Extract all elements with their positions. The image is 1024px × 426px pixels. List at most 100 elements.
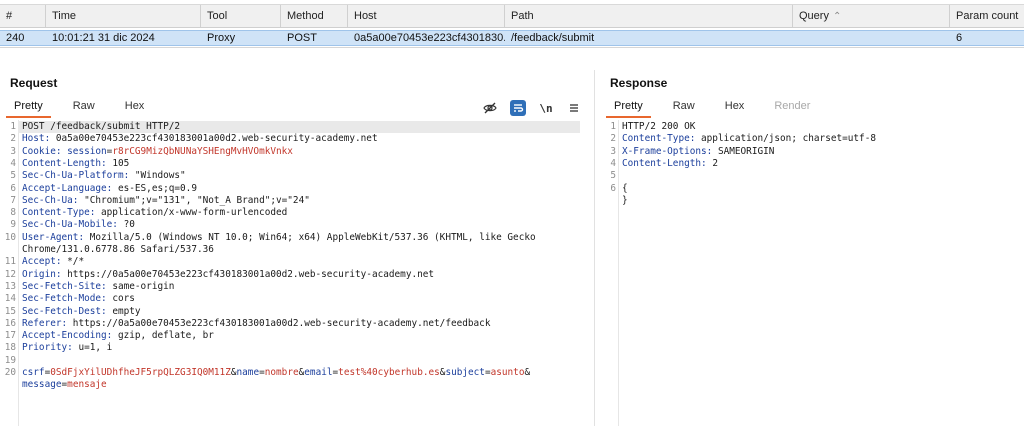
header-name: Content-Length:: [622, 157, 707, 169]
response-pane: Response Pretty Raw Hex Render 1 HTTP/2 2…: [600, 70, 1024, 426]
line-number: 10: [4, 231, 16, 243]
code-line: Origin: https://0a5a00e70453e223cf430183…: [22, 269, 588, 281]
header-name: User-Agent:: [22, 231, 85, 243]
request-tab-pretty[interactable]: Pretty: [6, 98, 51, 118]
code-line: Accept: */*: [22, 256, 588, 268]
line-text: Chrome/131.0.6778.86 Safari/537.36: [22, 244, 214, 255]
code-line: Sec-Fetch-Mode: cors: [22, 293, 588, 305]
line-gutter: [618, 120, 619, 426]
param-name: subject: [445, 367, 485, 378]
request-tab-raw[interactable]: Raw: [65, 98, 103, 118]
header-value: gzip, deflate, br: [112, 330, 214, 342]
response-tab-hex[interactable]: Hex: [717, 98, 753, 118]
header-value: https://0a5a00e70453e223cf430183001a00d2…: [61, 268, 435, 280]
header-value: "Windows": [129, 170, 186, 182]
header-value: 2: [706, 157, 718, 169]
header-name: Accept:: [22, 256, 62, 268]
request-title: Request: [10, 76, 58, 90]
line-number: 18: [4, 342, 16, 354]
param-name: message: [22, 379, 62, 391]
line-number: 3: [10, 145, 16, 157]
code-line: Sec-Fetch-Site: same-origin: [22, 281, 588, 293]
param-name: csrf: [22, 367, 45, 378]
column-header-tool[interactable]: Tool: [201, 5, 281, 27]
header-value: */*: [61, 256, 85, 268]
param-separator: &: [524, 367, 531, 378]
line-number: 2: [610, 133, 616, 145]
column-header-host[interactable]: Host: [348, 5, 505, 27]
newline-icon[interactable]: \n: [538, 100, 554, 116]
column-header-query[interactable]: Query ⌃: [793, 5, 950, 27]
code-line: Accept-Language: es-ES,es;q=0.9: [22, 183, 588, 195]
request-toolbar: \n: [482, 98, 582, 118]
column-header-param-count[interactable]: Param count: [950, 5, 1024, 27]
request-pane: Request Pretty Raw Hex \n 1 POST /feedbac…: [0, 70, 595, 426]
code-line: HTTP/2 200 OK: [622, 121, 1018, 133]
header-name: Host:: [22, 133, 51, 145]
code-line: Sec-Ch-Ua-Platform: "Windows": [22, 170, 588, 182]
header-name: Referer:: [22, 317, 68, 329]
line-text: }: [622, 194, 628, 206]
code-line: Sec-Ch-Ua-Mobile: ?0: [22, 219, 588, 231]
line-number: 8: [10, 207, 16, 219]
line-number: 3: [610, 145, 616, 157]
header-value: 0a5a00e70453e223cf430183001a00d2.web-sec…: [50, 133, 378, 145]
eye-off-icon[interactable]: [482, 100, 498, 116]
line-number: 5: [610, 170, 616, 182]
code-line: Priority: u=1, i: [22, 342, 588, 354]
history-table: # Time Tool Method Host Path Query ⌃ Para…: [0, 0, 1024, 48]
header-value: es-ES,es;q=0.9: [112, 182, 197, 194]
header-name: Cookie:: [22, 145, 62, 157]
response-title: Response: [610, 76, 668, 90]
response-tab-render[interactable]: Render: [766, 98, 818, 118]
column-header-method[interactable]: Method: [281, 5, 348, 27]
line-number: 1: [10, 121, 16, 132]
header-value: Mozilla/5.0 (Windows NT 10.0; Win64; x64…: [84, 231, 536, 243]
header-name: Sec-Ch-Ua:: [22, 194, 79, 206]
response-tab-raw[interactable]: Raw: [665, 98, 703, 118]
param-value: asunto: [490, 367, 525, 378]
menu-icon[interactable]: [566, 100, 582, 116]
line-text: {: [622, 182, 628, 194]
header-name: Origin:: [22, 268, 62, 280]
response-editor[interactable]: 1 HTTP/2 200 OK 2 Content-Type: application…: [600, 120, 1018, 426]
line-number: 20: [4, 367, 16, 378]
cookie-name: session: [61, 145, 107, 157]
request-editor[interactable]: 1 POST /feedback/submit HTTP/2 2 Host: 0a5a…: [0, 120, 588, 426]
code-line: User-Agent: Mozilla/5.0 (Windows NT 10.0…: [22, 232, 588, 244]
wrap-icon[interactable]: [510, 100, 526, 116]
response-tab-pretty[interactable]: Pretty: [606, 98, 651, 118]
header-value: "Chromium";v="131", "Not_A Brand";v="24": [78, 194, 310, 206]
cell-path: /feedback/submit: [511, 32, 595, 44]
request-tab-hex[interactable]: Hex: [117, 98, 153, 118]
line-number: 17: [4, 330, 16, 342]
code-line: Chrome/131.0.6778.86 Safari/537.36: [22, 244, 588, 256]
response-tabs: Pretty Raw Hex Render: [606, 98, 832, 118]
code-line: Content-Length: 105: [22, 158, 588, 170]
sort-ascending-icon: ⌃: [832, 10, 842, 22]
cookie-value: r8rCG9MizQbNUNaYSHEngMvHVOmkVnkx: [112, 145, 293, 157]
cell-tool: Proxy: [207, 32, 236, 44]
header-name: Sec-Ch-Ua-Mobile:: [22, 219, 118, 231]
line-number: 13: [4, 280, 16, 292]
header-value: empty: [106, 305, 141, 317]
header-name: Sec-Fetch-Dest:: [22, 305, 107, 317]
table-row[interactable]: 240 10:01:21 31 dic 2024 Proxy POST 0a5a…: [0, 30, 1024, 46]
header-name: Sec-Ch-Ua-Platform:: [22, 170, 130, 182]
code-line: Accept-Encoding: gzip, deflate, br: [22, 330, 588, 342]
cell-host: 0a5a00e70453e223cf4301830...: [354, 32, 505, 44]
header-value: same-origin: [106, 280, 175, 292]
header-value: SAMEORIGIN: [712, 145, 775, 157]
param-value: test%40cyberhub.es: [338, 367, 440, 378]
code-line: }: [622, 195, 1018, 207]
code-line: Cookie: session=r8rCG9MizQbNUNaYSHEngMvH…: [22, 146, 588, 158]
column-header-number[interactable]: #: [0, 5, 46, 27]
header-name: Content-Type:: [622, 133, 696, 145]
header-name: Sec-Fetch-Mode:: [22, 293, 107, 305]
param-name: name: [236, 367, 260, 378]
column-header-time[interactable]: Time: [46, 5, 201, 27]
column-header-path[interactable]: Path: [505, 5, 793, 27]
header-value: 105: [106, 157, 130, 169]
code-line: Content-Length: 2: [622, 158, 1018, 170]
line-number: 6: [10, 182, 16, 194]
